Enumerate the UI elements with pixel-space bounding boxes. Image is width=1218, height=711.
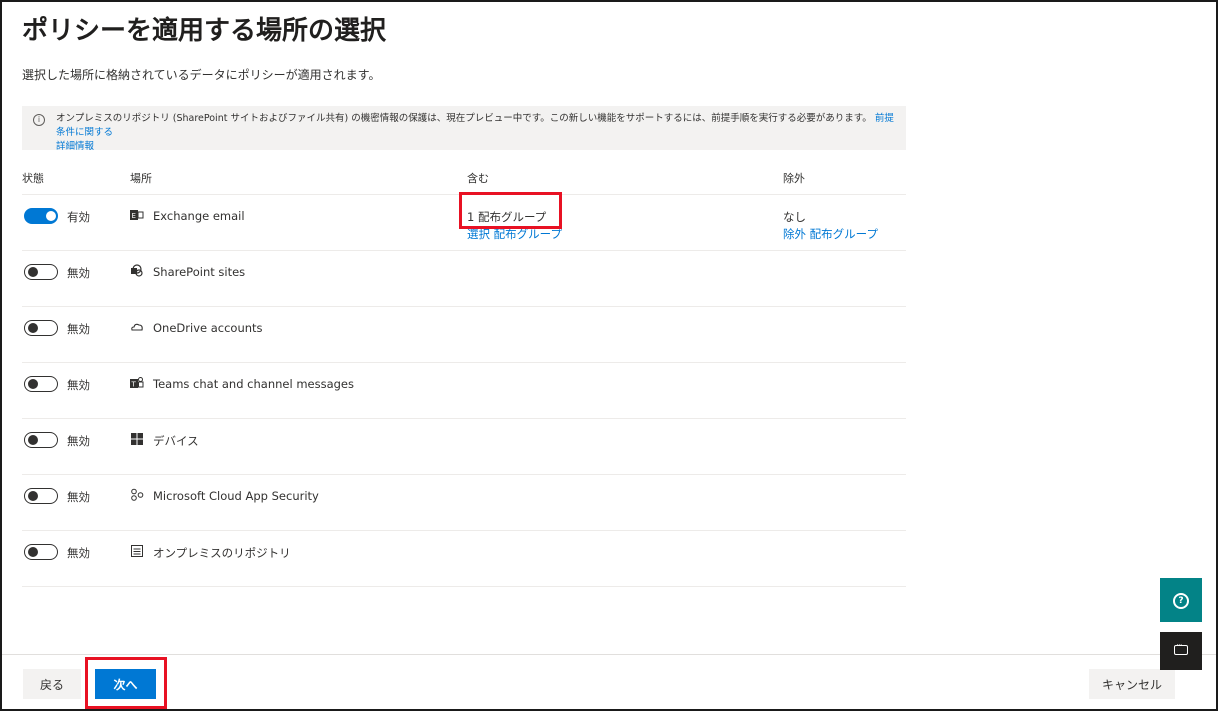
row-divider bbox=[22, 586, 906, 587]
next-button[interactable]: 次へ bbox=[95, 669, 156, 699]
toggle-teams[interactable] bbox=[24, 376, 58, 392]
state-label: 無効 bbox=[67, 378, 90, 392]
feedback-button[interactable] bbox=[1160, 632, 1202, 670]
table-row-onedrive: 無効 OneDrive accounts bbox=[22, 307, 906, 363]
svg-text:T: T bbox=[131, 381, 137, 389]
exchange-icon: E bbox=[130, 208, 144, 222]
location-name: OneDrive accounts bbox=[153, 321, 263, 335]
column-header-include: 含む bbox=[467, 172, 489, 185]
page-title: ポリシーを適用する場所の選択 bbox=[22, 16, 387, 46]
state-label: 有効 bbox=[67, 210, 90, 224]
page-subtitle: 選択した場所に格納されているデータにポリシーが適用されます。 bbox=[22, 68, 381, 82]
preview-info-banner: i オンプレミスのリポジトリ (SharePoint サイトおよびファイル共有)… bbox=[22, 106, 906, 152]
toggle-knob bbox=[28, 547, 38, 557]
column-header-exclude: 除外 bbox=[783, 172, 805, 185]
toggle-knob bbox=[28, 323, 38, 333]
location-name: SharePoint sites bbox=[153, 265, 246, 279]
windows-icon bbox=[130, 432, 144, 446]
toggle-knob bbox=[28, 491, 38, 501]
toggle-sharepoint[interactable] bbox=[24, 264, 58, 280]
state-label: 無効 bbox=[67, 434, 90, 448]
toggle-knob bbox=[46, 211, 56, 221]
toggle-onprem-repository[interactable] bbox=[24, 544, 58, 560]
table-row-exchange: 有効 E Exchange email 1 配布グループ 選択 配布グループ な… bbox=[22, 195, 906, 251]
feedback-icon bbox=[1174, 641, 1188, 655]
table-row-teams: 無効 T Teams chat and channel messages bbox=[22, 363, 906, 419]
location-name: Microsoft Cloud App Security bbox=[153, 489, 319, 503]
table-row-devices: 無効 デバイス bbox=[22, 419, 906, 475]
svg-text:E: E bbox=[132, 212, 136, 220]
include-value: 1 配布グループ bbox=[467, 210, 547, 224]
cancel-button[interactable]: キャンセル bbox=[1089, 669, 1175, 699]
toggle-onedrive[interactable] bbox=[24, 320, 58, 336]
state-label: 無効 bbox=[67, 546, 90, 560]
help-button[interactable]: ? bbox=[1160, 578, 1202, 622]
footer-divider bbox=[2, 654, 1216, 655]
onedrive-icon bbox=[130, 320, 144, 334]
exclude-select-link[interactable]: 除外 配布グループ bbox=[783, 226, 878, 242]
toggle-knob bbox=[28, 267, 38, 277]
include-select-link[interactable]: 選択 配布グループ bbox=[467, 226, 562, 242]
table-row-sharepoint: 無効 SharePoint sites bbox=[22, 251, 906, 307]
location-name: オンプレミスのリポジトリ bbox=[153, 546, 291, 560]
help-icon: ? bbox=[1173, 592, 1189, 609]
toggle-knob bbox=[28, 379, 38, 389]
exclude-value: なし bbox=[783, 210, 806, 224]
state-label: 無効 bbox=[67, 490, 90, 504]
sharepoint-icon bbox=[130, 264, 144, 278]
column-header-status: 状態 bbox=[22, 172, 44, 185]
toggle-exchange[interactable] bbox=[24, 208, 58, 224]
state-label: 無効 bbox=[67, 322, 90, 336]
toggle-devices[interactable] bbox=[24, 432, 58, 448]
state-label: 無効 bbox=[67, 266, 90, 280]
teams-icon: T bbox=[130, 376, 144, 390]
location-name: Exchange email bbox=[153, 209, 245, 223]
location-name: Teams chat and channel messages bbox=[153, 377, 354, 391]
table-row-cloud-app-security: 無効 Microsoft Cloud App Security bbox=[22, 475, 906, 531]
banner-text: オンプレミスのリポジトリ (SharePoint サイトおよびファイル共有) の… bbox=[56, 113, 872, 124]
table-row-onprem-repository: 無効 オンプレミスのリポジトリ bbox=[22, 531, 906, 587]
info-icon: i bbox=[33, 114, 45, 126]
toggle-knob bbox=[28, 435, 38, 445]
cloud-app-security-icon bbox=[130, 488, 144, 502]
location-name: デバイス bbox=[153, 434, 199, 448]
repository-icon bbox=[130, 544, 144, 558]
column-header-location: 場所 bbox=[130, 172, 152, 185]
toggle-cloud-app-security[interactable] bbox=[24, 488, 58, 504]
back-button[interactable]: 戻る bbox=[23, 669, 81, 699]
